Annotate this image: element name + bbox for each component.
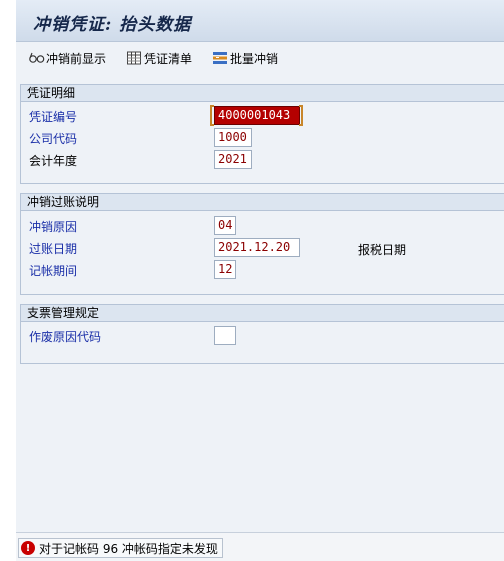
title-bar: 冲销凭证: 抬头数据 — [16, 0, 504, 42]
document-list-label: 凭证清单 — [144, 51, 193, 66]
posting-date-label: 过账日期 — [29, 241, 78, 256]
tax-report-date-label: 报税日期 — [358, 243, 407, 257]
status-message-text: 对于记帐码 96 冲帐码指定未发现 — [39, 541, 218, 556]
document-details-group: 凭证明细 凭证编号 4000001043 公司代码 1000 会计年度 2021 — [20, 84, 504, 184]
reversal-posting-group: 冲销过账说明 冲销原因 04 过账日期 2021.12.20 报税日期 记帐期间… — [20, 193, 504, 295]
page-title: 冲销凭证: 抬头数据 — [33, 15, 192, 35]
focus-bracket-right — [299, 105, 303, 126]
fiscal-year-label: 会计年度 — [29, 153, 78, 168]
glasses-icon — [28, 50, 45, 66]
company-code-label: 公司代码 — [29, 131, 78, 146]
fiscal-year-field[interactable]: 2021 — [214, 150, 252, 169]
status-bar: ! 对于记帐码 96 冲帐码指定未发现 — [16, 532, 504, 561]
mass-reversal-button[interactable]: 批量冲销 — [212, 49, 278, 67]
company-code-field[interactable]: 1000 — [214, 128, 252, 147]
doc-number-label: 凭证编号 — [29, 109, 78, 124]
application-toolbar: 冲销前显示 凭证清单 批量冲销 — [16, 43, 504, 73]
fiscal-year-row: 会计年度 — [29, 150, 77, 170]
table-icon — [126, 50, 142, 66]
error-icon: ! — [21, 541, 35, 555]
display-before-reversal-label: 冲销前显示 — [46, 51, 107, 66]
reversal-reason-field[interactable]: 04 — [214, 216, 236, 235]
void-reason-row: 作废原因代码 — [29, 326, 101, 346]
check-management-group: 支票管理规定 作废原因代码 — [20, 304, 504, 364]
left-margin — [0, 0, 16, 561]
doc-number-row: 凭证编号 — [29, 106, 77, 126]
status-message[interactable]: ! 对于记帐码 96 冲帐码指定未发现 — [18, 538, 223, 558]
posting-period-row: 记帐期间 — [29, 260, 77, 280]
company-code-row: 公司代码 — [29, 128, 77, 148]
posting-period-label: 记帐期间 — [29, 263, 78, 278]
void-reason-field[interactable] — [214, 326, 236, 345]
posting-date-field[interactable]: 2021.12.20 — [214, 238, 300, 257]
mass-reverse-icon — [212, 50, 228, 66]
display-before-reversal-button[interactable]: 冲销前显示 — [28, 49, 106, 67]
reversal-reason-row: 冲销原因 — [29, 216, 77, 236]
posting-period-field[interactable]: 12 — [214, 260, 236, 279]
reversal-posting-title: 冲销过账说明 — [21, 194, 504, 211]
doc-number-field[interactable]: 4000001043 — [214, 106, 300, 125]
void-reason-label: 作废原因代码 — [29, 329, 102, 344]
posting-date-row: 过账日期 — [29, 238, 77, 258]
check-management-title: 支票管理规定 — [21, 305, 504, 322]
document-list-button[interactable]: 凭证清单 — [126, 49, 192, 67]
main-area: 冲销凭证: 抬头数据 冲销前显示 凭证清单 批量冲销 凭证明细 凭证编号 400… — [16, 0, 504, 532]
reversal-reason-label: 冲销原因 — [29, 219, 78, 234]
document-details-title: 凭证明细 — [21, 85, 504, 102]
mass-reversal-label: 批量冲销 — [230, 51, 279, 66]
